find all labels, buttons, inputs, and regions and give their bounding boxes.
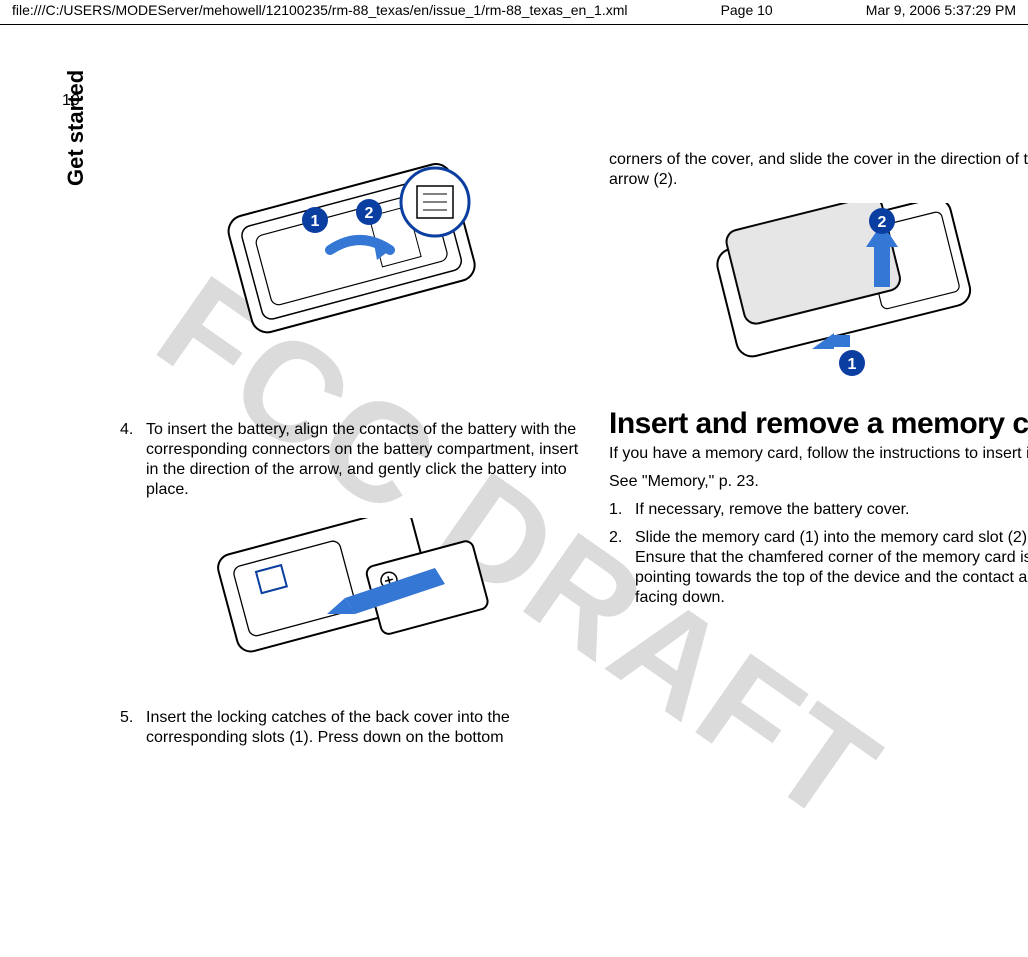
step-text: Slide the memory card (1) into the memor… — [635, 528, 1028, 608]
section-tab: Get started — [63, 70, 89, 186]
step-number: 5. — [120, 708, 146, 748]
list-item: 4. To insert the battery, align the cont… — [120, 420, 589, 500]
right-column: corners of the cover, and slide the cove… — [609, 150, 1028, 756]
figure-battery-slot: 1 2 — [195, 150, 515, 410]
page-number: 10 — [62, 92, 80, 110]
header-divider — [0, 24, 1028, 25]
list-item: 5. Insert the locking catches of the bac… — [120, 708, 589, 748]
step-text: If necessary, remove the battery cover. — [635, 500, 910, 520]
svg-text:1: 1 — [310, 213, 319, 230]
step-text: Insert the locking catches of the back c… — [146, 708, 589, 748]
continuation-text: corners of the cover, and slide the cove… — [609, 150, 1028, 190]
step-number: 2. — [609, 528, 635, 608]
figure-battery-insert — [195, 508, 515, 698]
header-path: file:///C:/USERS/MODEServer/mehowell/121… — [12, 2, 628, 18]
list-item: 2. Slide the memory card (1) into the me… — [609, 528, 1028, 608]
step-number: 1. — [609, 500, 635, 520]
print-header: file:///C:/USERS/MODEServer/mehowell/121… — [0, 2, 1028, 18]
header-page: Page 10 — [721, 2, 773, 18]
svg-text:1: 1 — [847, 356, 856, 373]
header-date: Mar 9, 2006 5:37:29 PM — [866, 2, 1016, 18]
step-text: To insert the battery, align the contact… — [146, 420, 589, 500]
svg-text:2: 2 — [364, 205, 373, 222]
svg-text:2: 2 — [877, 214, 886, 231]
step-number: 4. — [120, 420, 146, 500]
left-column: 1 2 4. To insert the battery, align the … — [120, 150, 589, 756]
section-heading: Insert and remove a memory card — [609, 408, 1028, 440]
list-item: 1. If necessary, remove the battery cove… — [609, 500, 1028, 520]
see-ref: See "Memory," p. 23. — [609, 472, 1028, 492]
figure-cover-slide: 2 1 — [684, 198, 1004, 398]
intro-text: If you have a memory card, follow the in… — [609, 444, 1028, 464]
